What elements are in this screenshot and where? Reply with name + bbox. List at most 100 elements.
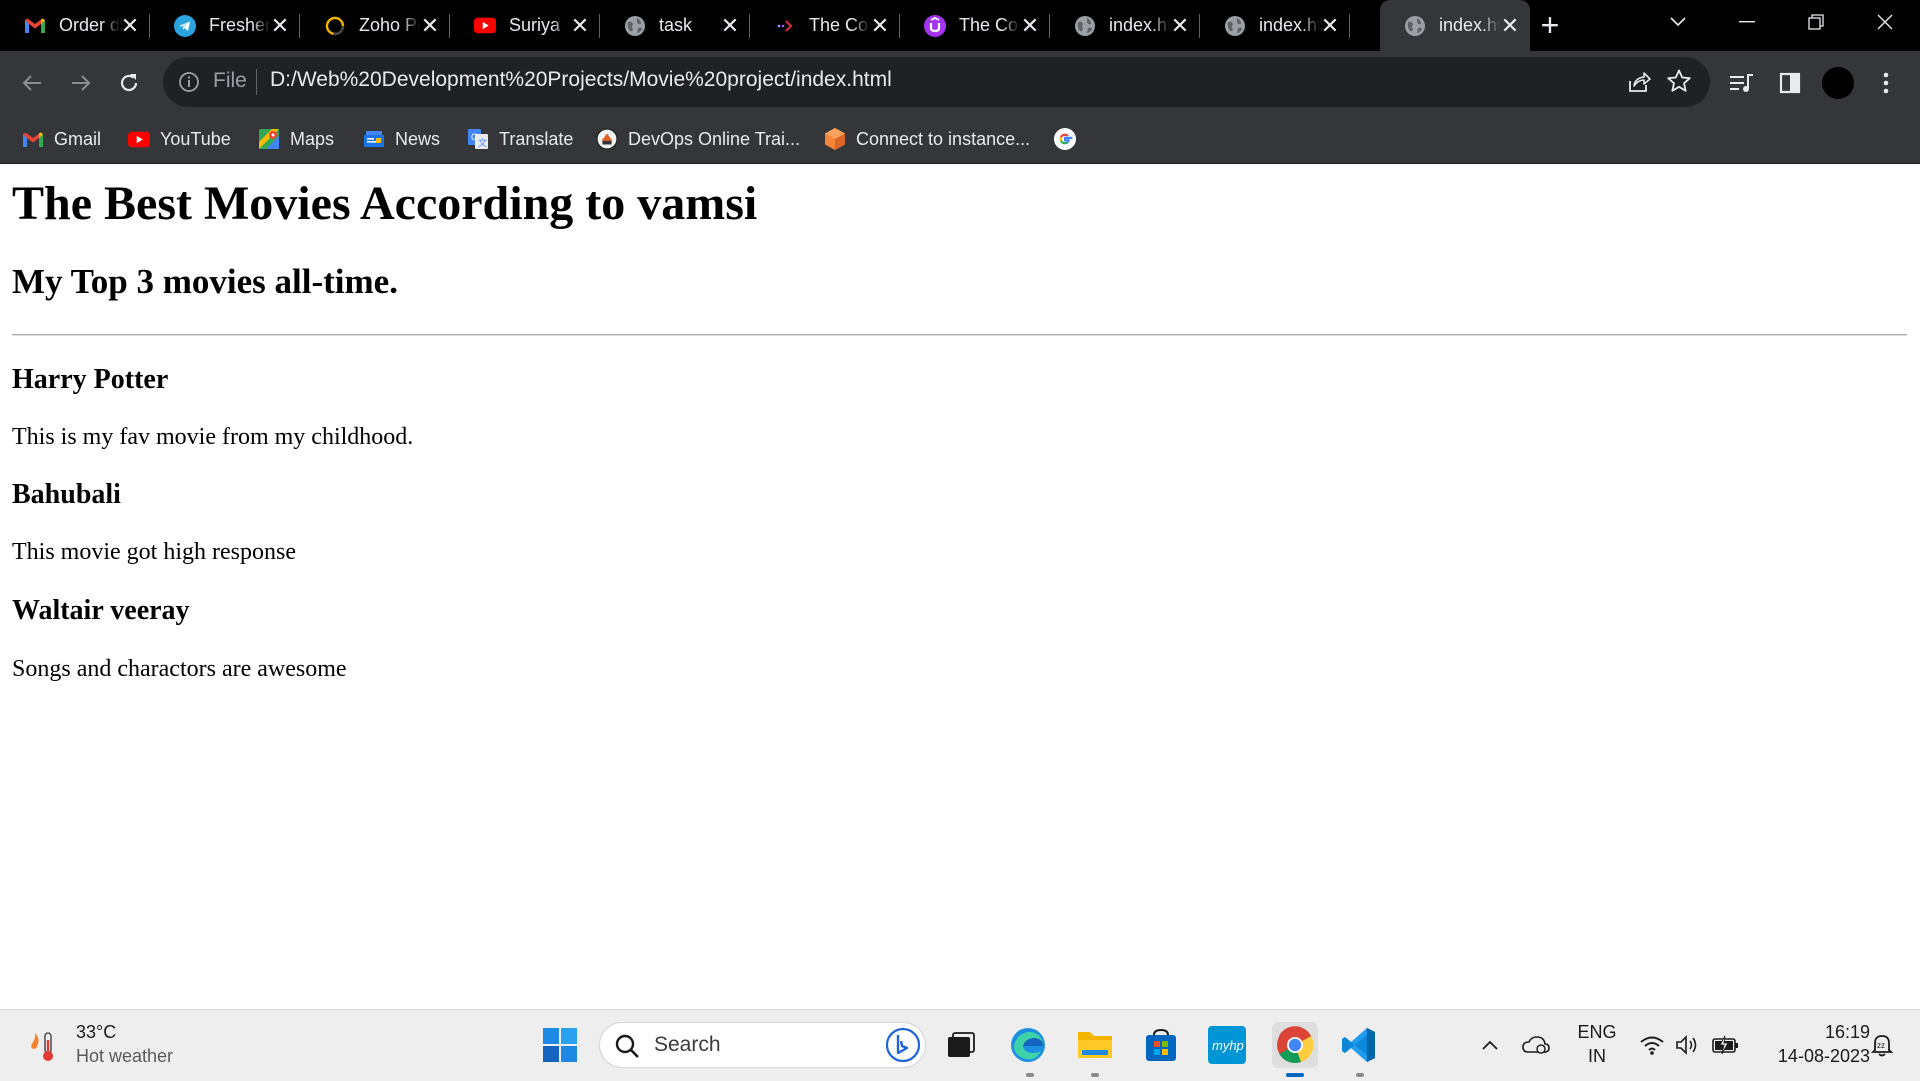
tab-title: Order details xyxy=(59,15,120,35)
task-view-button[interactable] xyxy=(940,1024,982,1066)
bookmark-devops[interactable]: DevOps Online Trai... xyxy=(596,126,800,152)
close-icon[interactable]: ✕ xyxy=(870,14,890,36)
bookmark-translate[interactable]: G文 Translate xyxy=(467,126,573,152)
close-icon[interactable]: ✕ xyxy=(1170,14,1190,36)
info-icon[interactable] xyxy=(177,70,201,94)
bookmark-youtube[interactable]: YouTube xyxy=(128,126,231,152)
tab-separator xyxy=(1349,14,1350,38)
taskbar-myhp[interactable]: myhp xyxy=(1206,1024,1248,1066)
profile-button[interactable] xyxy=(1822,67,1854,99)
avatar xyxy=(1822,67,1854,99)
side-panel-button[interactable] xyxy=(1774,67,1806,99)
taskbar-edge[interactable] xyxy=(1007,1024,1049,1066)
movie-description: Songs and charactors are awesome xyxy=(12,656,347,682)
arrow-left-icon xyxy=(22,75,41,91)
region-code: IN xyxy=(1588,1046,1606,1066)
tab-index-active[interactable]: index.html ✕ xyxy=(1380,0,1530,51)
folder-icon xyxy=(1078,1032,1112,1058)
new-tab-button[interactable]: + xyxy=(1535,8,1565,42)
myhp-icon: myhp xyxy=(1208,1026,1246,1064)
youtube-icon xyxy=(474,15,496,37)
tab-zoho[interactable]: Zoho People ✕ xyxy=(300,0,450,51)
tab-task[interactable]: task ✕ xyxy=(600,0,750,51)
taskbar-search[interactable]: Search xyxy=(599,1022,926,1068)
bookmark-google[interactable] xyxy=(1054,126,1086,152)
bookmark-connect-instance[interactable]: Connect to instance... xyxy=(824,126,1030,152)
close-icon[interactable]: ✕ xyxy=(420,14,440,36)
menu-button[interactable] xyxy=(1870,67,1902,99)
web-page-content: The Best Movies According to vamsi My To… xyxy=(0,164,1920,1009)
running-indicator-active xyxy=(1286,1073,1304,1077)
onedrive-tray-button[interactable] xyxy=(1516,1024,1556,1066)
quick-settings-button[interactable] xyxy=(1630,1024,1748,1066)
tab-freshers[interactable]: Freshers Jobs ✕ xyxy=(150,0,300,51)
bookmark-label: Maps xyxy=(290,128,335,149)
bookmark-maps[interactable]: Maps xyxy=(258,126,334,152)
tab-index-1[interactable]: index.html ✕ xyxy=(1050,0,1200,51)
media-control-button[interactable] xyxy=(1726,67,1758,99)
bookmark-news[interactable]: News xyxy=(363,126,440,152)
tab-index-2[interactable]: index.html ✕ xyxy=(1200,0,1350,51)
close-icon[interactable]: ✕ xyxy=(120,14,140,36)
arrow-right-icon xyxy=(72,75,91,91)
tab-complete-1[interactable]: The Complete ✕ xyxy=(750,0,900,51)
weather-temperature: 33°C xyxy=(76,1022,117,1042)
tab-order-details[interactable]: Order details ✕ xyxy=(0,0,150,51)
aws-icon xyxy=(824,128,846,150)
search-icon xyxy=(615,1034,639,1058)
bookmark-label: News xyxy=(395,128,441,149)
movie-description: This is my fav movie from my childhood. xyxy=(12,424,414,450)
taskbar-store[interactable] xyxy=(1140,1024,1182,1066)
tab-suriya[interactable]: Suriya ✕ xyxy=(450,0,600,51)
tab-title: Freshers Jobs xyxy=(209,15,270,35)
tab-title: index.html xyxy=(1259,15,1320,35)
close-icon[interactable]: ✕ xyxy=(1320,14,1340,36)
address-bar[interactable]: File D:/Web%20Development%20Projects/Mov… xyxy=(163,57,1710,107)
notifications-button[interactable]: zz xyxy=(1864,1024,1900,1066)
close-icon xyxy=(1877,14,1893,30)
restore-icon xyxy=(1808,14,1824,30)
svg-text:文: 文 xyxy=(478,137,487,148)
taskbar-vscode[interactable] xyxy=(1338,1024,1380,1066)
taskbar: 33°C Hot weather Search myhp ENG IN 16:1… xyxy=(0,1009,1920,1081)
wifi-icon xyxy=(1640,1036,1664,1055)
reload-icon xyxy=(120,74,138,92)
taskbar-file-explorer[interactable] xyxy=(1074,1024,1116,1066)
minimize-icon xyxy=(1739,21,1755,23)
gmail-icon xyxy=(24,15,46,37)
close-icon[interactable]: ✕ xyxy=(270,14,290,36)
close-icon[interactable]: ✕ xyxy=(570,14,590,36)
start-button[interactable] xyxy=(539,1024,581,1066)
reload-button[interactable] xyxy=(111,65,147,101)
task-view-icon xyxy=(948,1032,975,1057)
back-button[interactable] xyxy=(14,65,50,101)
share-icon[interactable] xyxy=(1626,69,1652,95)
close-icon[interactable]: ✕ xyxy=(1500,14,1520,36)
forward-button[interactable] xyxy=(63,65,99,101)
star-icon[interactable] xyxy=(1666,68,1692,94)
tab-search-button[interactable] xyxy=(1648,0,1708,44)
volume-icon xyxy=(1676,1035,1697,1055)
movie-title: Waltair veeray xyxy=(12,595,190,626)
taskbar-chrome[interactable] xyxy=(1272,1022,1318,1068)
url-text[interactable]: D:/Web%20Development%20Projects/Movie%20… xyxy=(270,68,892,92)
devops-icon xyxy=(596,128,618,150)
close-icon[interactable]: ✕ xyxy=(1020,14,1040,36)
movie-description: This movie got high response xyxy=(12,539,296,565)
running-indicator xyxy=(1091,1073,1099,1077)
bookmark-gmail[interactable]: Gmail xyxy=(22,126,101,152)
restore-button[interactable] xyxy=(1786,0,1846,44)
tab-strip: Order details ✕ Freshers Jobs ✕ Zoho Peo… xyxy=(0,0,1920,51)
bookmark-label: YouTube xyxy=(160,128,231,149)
arrow-icon xyxy=(774,15,796,37)
minimize-button[interactable] xyxy=(1717,0,1777,44)
close-icon[interactable]: ✕ xyxy=(720,14,740,36)
telegram-icon xyxy=(174,14,196,37)
show-hidden-icons-button[interactable] xyxy=(1470,1024,1510,1066)
tab-complete-2[interactable]: The Complete ✕ xyxy=(900,0,1050,51)
news-icon xyxy=(363,128,385,150)
movie-title: Harry Potter xyxy=(12,364,169,395)
battery-icon xyxy=(1712,1035,1738,1055)
close-window-button[interactable] xyxy=(1855,0,1915,44)
bing-icon[interactable] xyxy=(885,1027,921,1063)
